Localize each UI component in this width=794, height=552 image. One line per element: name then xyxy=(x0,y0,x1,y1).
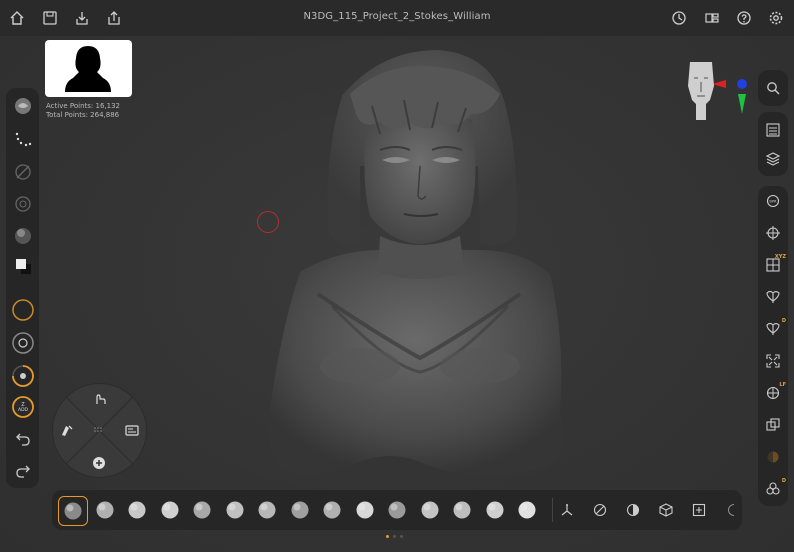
transparency-icon[interactable] xyxy=(758,412,788,438)
page-dot[interactable] xyxy=(393,535,396,538)
mask-icon[interactable] xyxy=(589,499,611,521)
add-box-icon[interactable] xyxy=(688,499,710,521)
planar-brush[interactable] xyxy=(448,496,476,524)
draw-size-ring[interactable] xyxy=(6,297,39,323)
material-icon[interactable] xyxy=(6,223,39,249)
lazy-mouse-icon[interactable] xyxy=(6,159,39,185)
layers-icon[interactable] xyxy=(758,146,788,172)
fit-icon[interactable] xyxy=(758,348,788,374)
toolbar-divider xyxy=(552,498,553,522)
add-plus-icon[interactable] xyxy=(88,452,110,474)
clay-brush[interactable] xyxy=(91,496,119,524)
cube-icon[interactable] xyxy=(655,499,677,521)
contrast-icon[interactable] xyxy=(622,499,644,521)
layout-icon[interactable] xyxy=(702,8,722,28)
right-toolbar-search xyxy=(758,70,788,106)
pointer-hand-icon[interactable] xyxy=(88,387,110,409)
gallery-icon[interactable] xyxy=(121,419,143,441)
focal-shift-ring[interactable] xyxy=(6,330,39,356)
center-grid-icon[interactable] xyxy=(88,419,110,441)
lf-badge: LF xyxy=(779,382,786,388)
undo-icon[interactable] xyxy=(6,426,39,452)
spiral-brush[interactable] xyxy=(513,496,541,524)
inflate-brush[interactable] xyxy=(221,496,249,524)
page-indicator[interactable] xyxy=(386,535,403,538)
settings-icon[interactable] xyxy=(766,8,786,28)
moon-icon[interactable] xyxy=(721,499,743,521)
brush-sphere-icon[interactable] xyxy=(6,93,39,119)
symmetry-icon[interactable] xyxy=(758,284,788,310)
bpr-icon[interactable]: BPR xyxy=(758,188,788,214)
pinch-brush[interactable] xyxy=(253,496,281,524)
lf-sphere-icon[interactable]: LF xyxy=(758,380,788,406)
d-badge: D xyxy=(781,318,786,324)
page-dot-active[interactable] xyxy=(386,535,389,538)
help-icon[interactable] xyxy=(734,8,754,28)
history-icon[interactable] xyxy=(669,8,689,28)
color-swatch-icon[interactable] xyxy=(6,253,39,279)
z-add-ring[interactable]: Z ADD xyxy=(6,394,39,420)
xyz-badge: XYZ xyxy=(774,254,786,260)
stroke-dots-icon[interactable] xyxy=(6,126,39,152)
smooth-brush[interactable] xyxy=(351,496,379,524)
right-toolbar-tools: BPR XYZ D LF D xyxy=(758,186,788,506)
model-thumbnail[interactable] xyxy=(45,40,132,97)
flatten-brush[interactable] xyxy=(416,496,444,524)
standard-brush[interactable] xyxy=(58,496,88,526)
trimdynamic-brush[interactable] xyxy=(286,496,314,524)
brush-cursor xyxy=(257,211,279,233)
curve-brush[interactable] xyxy=(481,496,509,524)
snap-icon[interactable] xyxy=(6,191,39,217)
page-dot[interactable] xyxy=(400,535,403,538)
claybuildup-brush[interactable] xyxy=(123,496,151,524)
point-stats: Active Points: 16,132 Total Points: 264,… xyxy=(46,102,120,120)
polyframe-icon[interactable] xyxy=(758,444,788,470)
top-bar: N3DG_115_Project_2_Stokes_William xyxy=(0,0,794,36)
snakehook-brush[interactable] xyxy=(383,496,411,524)
xyz-grid-icon[interactable]: XYZ xyxy=(758,252,788,278)
intensity-ring[interactable] xyxy=(6,363,39,389)
svg-text:BPR: BPR xyxy=(769,200,777,204)
d2-badge: D xyxy=(781,478,786,484)
orientation-head[interactable] xyxy=(684,56,718,122)
symmetry-d-icon[interactable]: D xyxy=(758,316,788,342)
radial-menu xyxy=(52,383,147,478)
right-toolbar-panels xyxy=(758,112,788,176)
active-points: Active Points: 16,132 xyxy=(46,102,120,110)
grid-target-icon[interactable] xyxy=(758,220,788,246)
damstandard-brush[interactable] xyxy=(188,496,216,524)
gizmo-icon[interactable] xyxy=(556,499,578,521)
redo-icon[interactable] xyxy=(6,458,39,484)
z-add-text: ADD xyxy=(17,407,28,413)
move-brush[interactable] xyxy=(156,496,184,524)
search-icon[interactable] xyxy=(758,75,788,101)
total-points: Total Points: 264,886 xyxy=(46,111,120,119)
smudge-icon[interactable] xyxy=(56,419,78,441)
hpolish-brush[interactable] xyxy=(318,496,346,524)
dynamesh-icon[interactable]: D xyxy=(758,476,788,502)
bottom-toolbar xyxy=(52,490,742,530)
list-icon[interactable] xyxy=(758,117,788,143)
left-toolbar: Z ADD xyxy=(6,88,39,488)
silhouette-icon xyxy=(65,46,111,92)
